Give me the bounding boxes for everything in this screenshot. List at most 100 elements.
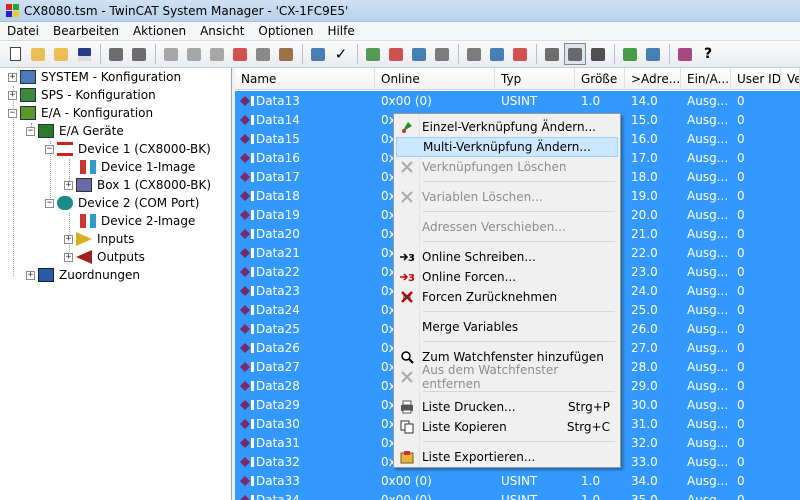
cell-address: 30.0: [631, 397, 658, 412]
menu-item-variablen-löschen[interactable]: Variablen Löschen...: [396, 187, 618, 207]
activate-config-button[interactable]: [362, 43, 384, 65]
restart-button[interactable]: [385, 43, 407, 65]
tree-node-outputs[interactable]: + Outputs: [64, 248, 147, 266]
menu-optionen[interactable]: Optionen: [251, 22, 320, 41]
table-row[interactable]: Data33 0x00 (0) USINT 1.0 34.0 Ausg... 0: [235, 471, 800, 490]
target-button[interactable]: [509, 43, 531, 65]
com-port-icon: [57, 196, 73, 210]
network-button[interactable]: [307, 43, 329, 65]
col-in-out[interactable]: Ein/A...: [681, 68, 731, 90]
menu-datei[interactable]: Datei: [0, 22, 46, 41]
tree-node-device-2-com-port[interactable]: − Device 2 (COM Port): [45, 194, 201, 212]
delete-links-icon: [398, 159, 416, 175]
expand-icon[interactable]: +: [64, 180, 73, 190]
col-user-id[interactable]: User ID: [731, 68, 781, 90]
tree-node-device-1-cx8000-bk[interactable]: − Device 1 (CX8000-BK): [45, 140, 213, 158]
col-address[interactable]: >Adre...: [625, 68, 681, 90]
expand-icon[interactable]: +: [26, 270, 35, 280]
save-button[interactable]: [73, 43, 95, 65]
tree-node-device-2-image[interactable]: Device 2-Image: [80, 212, 197, 230]
print-list-icon: [398, 399, 416, 415]
find-button[interactable]: [252, 43, 274, 65]
cell-name: Data27: [256, 359, 300, 374]
menu-item-liste-kopieren[interactable]: Liste Kopieren Strg+C: [396, 417, 618, 437]
book-button[interactable]: [674, 43, 696, 65]
table-row[interactable]: Data13 0x00 (0) USINT 1.0 14.0 Ausg... 0: [235, 91, 800, 110]
zoom-button[interactable]: [541, 43, 563, 65]
col-name[interactable]: Name: [235, 68, 375, 90]
menu-item-aus-dem-watchfenster-entfernen[interactable]: Aus dem Watchfenster entfernen: [396, 363, 618, 391]
cell-name: Data34: [256, 492, 300, 500]
copy-button[interactable]: [183, 43, 205, 65]
expand-icon[interactable]: +: [64, 234, 73, 244]
menu-item-online-forcen[interactable]: 3 Online Forcen...: [396, 267, 618, 287]
cut-button[interactable]: [160, 43, 182, 65]
expand-icon[interactable]: +: [64, 252, 73, 262]
help-button[interactable]: ?: [697, 43, 719, 65]
cell-in-out: Ausg...: [687, 397, 729, 412]
menu-ansicht[interactable]: Ansicht: [193, 22, 251, 41]
collapse-icon[interactable]: −: [45, 198, 54, 208]
twincat-app-icon[interactable]: [6, 3, 20, 18]
paste-button[interactable]: [206, 43, 228, 65]
tree-node-e-a-konfiguration[interactable]: − E/A - Konfiguration: [8, 104, 155, 122]
table-row[interactable]: Data34 0x00 (0) USINT 1.0 35.0 Ausg... 0: [235, 490, 800, 500]
save-icon: [77, 47, 91, 61]
col-ve[interactable]: Ve: [781, 68, 800, 90]
hand-button[interactable]: [275, 43, 297, 65]
collapse-icon[interactable]: −: [8, 108, 17, 118]
expand-icon[interactable]: +: [8, 90, 17, 100]
delete-button[interactable]: [229, 43, 251, 65]
print-button[interactable]: [105, 43, 127, 65]
col-online[interactable]: Online: [375, 68, 495, 90]
cell-address: 21.0: [631, 226, 658, 241]
scan-devices-button[interactable]: [408, 43, 430, 65]
cell-in-out: Ausg...: [687, 416, 729, 431]
tree-node-inputs[interactable]: + Inputs: [64, 230, 136, 248]
global-button[interactable]: [486, 43, 508, 65]
menu-item-merge-variables[interactable]: Merge Variables: [396, 317, 618, 337]
tree-node-device-1-image[interactable]: Device 1-Image: [80, 158, 197, 176]
open-folder-icon: [31, 47, 45, 61]
tree-node-box-1-cx8000-bk[interactable]: + Box 1 (CX8000-BK): [64, 176, 213, 194]
menu-item-adressen-verschieben[interactable]: Adressen Verschieben...: [396, 217, 618, 237]
tree-node-e-a-ger-te[interactable]: − E/A Geräte: [26, 122, 126, 140]
add-watch-icon: [398, 349, 416, 365]
cell-user-id: 0: [737, 359, 745, 374]
menu-item-multi-verknüpfung-ändern[interactable]: Multi-Verknüpfung Ändern...: [396, 137, 618, 157]
open-folder-button[interactable]: [27, 43, 49, 65]
tools-button[interactable]: [431, 43, 453, 65]
menu-aktionen[interactable]: Aktionen: [126, 22, 193, 41]
online-write-icon: 3: [398, 249, 416, 265]
menu-item-liste-exportieren[interactable]: Liste Exportieren...: [396, 447, 618, 467]
glasses-button[interactable]: [587, 43, 609, 65]
print-preview-button[interactable]: [128, 43, 150, 65]
config-tree[interactable]: + SYSTEM - Konfiguration + SPS - Konfigurat…: [0, 68, 232, 500]
menu-item-verknüpfungen-löschen[interactable]: Verknüpfungen Löschen: [396, 157, 618, 177]
help-question-button[interactable]: [642, 43, 664, 65]
collapse-icon[interactable]: −: [26, 126, 35, 136]
menu-item-forcen-zurücknehmen[interactable]: Forcen Zurücknehmen: [396, 287, 618, 307]
collapse-icon[interactable]: −: [45, 144, 54, 154]
check-button[interactable]: ✓: [330, 43, 352, 65]
cell-user-id: 0: [737, 492, 745, 500]
menu-item-online-schreiben[interactable]: 3 Online Schreiben...: [396, 247, 618, 267]
context-menu-separator: [423, 311, 615, 312]
menu-hilfe[interactable]: Hilfe: [320, 22, 361, 41]
new-file-button[interactable]: [4, 43, 26, 65]
wand-button[interactable]: [463, 43, 485, 65]
cell-address: 15.0: [631, 112, 658, 127]
col-type[interactable]: Typ: [495, 68, 575, 90]
link-button[interactable]: [619, 43, 641, 65]
expand-icon[interactable]: +: [8, 72, 17, 82]
open-folder-2-button[interactable]: [50, 43, 72, 65]
tree-node-system-konfiguration[interactable]: + SYSTEM - Konfiguration: [8, 68, 183, 86]
menu-item-liste-drucken[interactable]: Liste Drucken... Strg+P: [396, 397, 618, 417]
col-size[interactable]: Größe: [575, 68, 625, 90]
menu-item-einzel-verknüpfung-ändern[interactable]: Einzel-Verknüpfung Ändern...: [396, 117, 618, 137]
tree-node-sps-konfiguration[interactable]: + SPS - Konfiguration: [8, 86, 158, 104]
menu-bearbeiten[interactable]: Bearbeiten: [46, 22, 126, 41]
toolbar-separator: [458, 44, 459, 64]
tree-node-zuordnungen[interactable]: + Zuordnungen: [26, 266, 142, 284]
selected-mode-button[interactable]: [564, 43, 586, 65]
